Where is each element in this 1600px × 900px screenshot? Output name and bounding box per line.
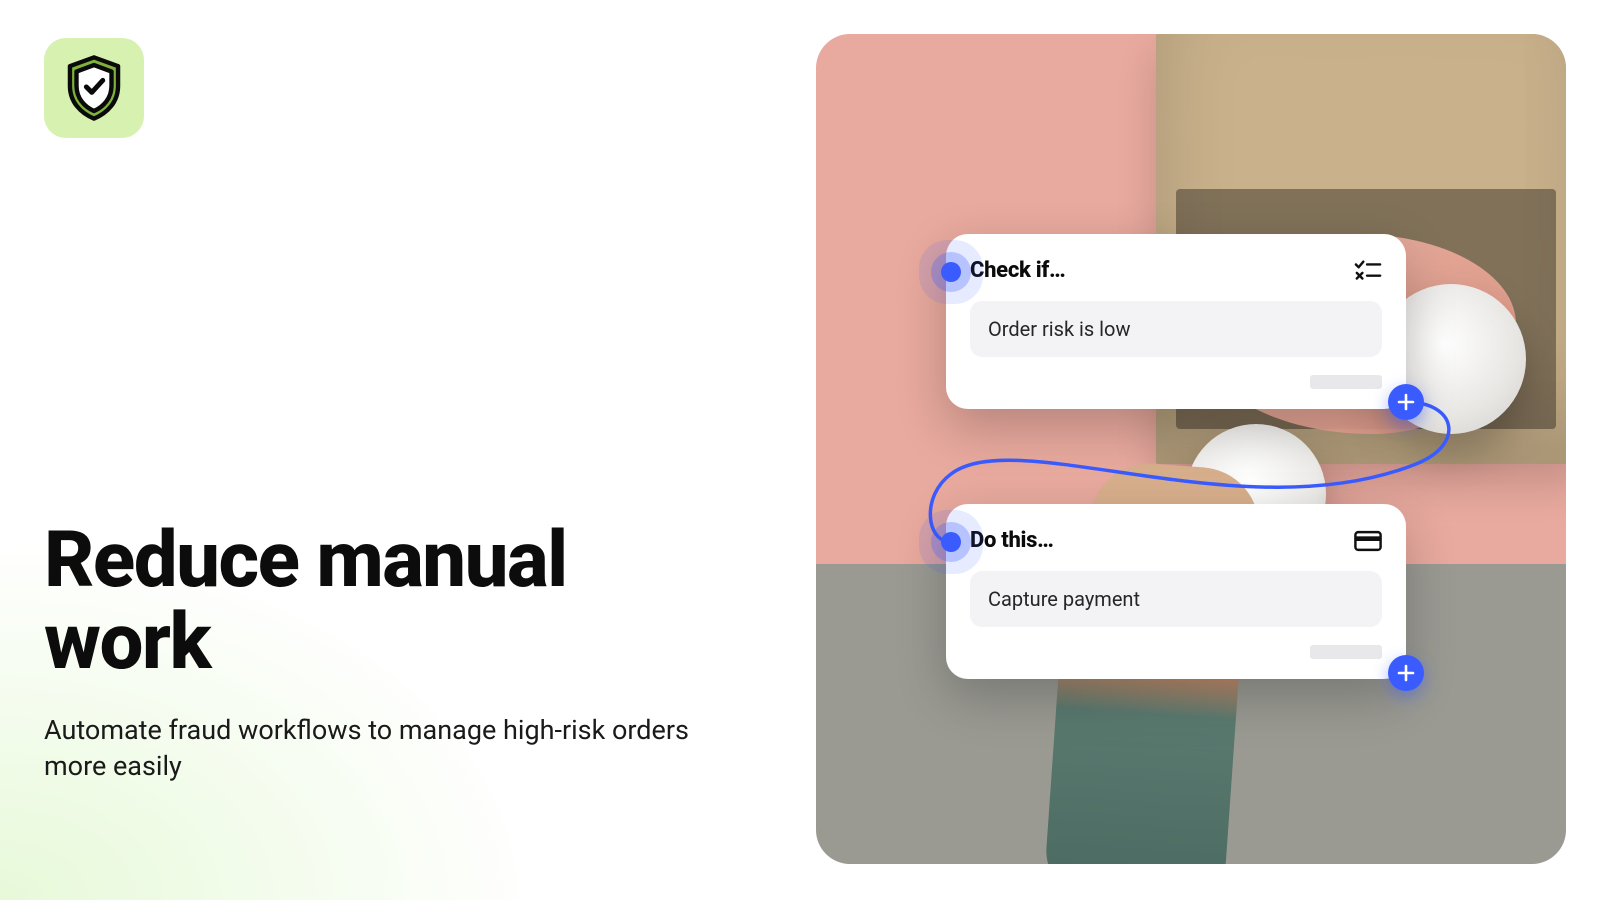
checklist-icon (1354, 259, 1382, 283)
placeholder-bar (1310, 645, 1382, 659)
plus-icon (1397, 664, 1415, 682)
check-card-title: Check if… (970, 258, 1065, 283)
hero-background (816, 34, 1566, 864)
action-card-title: Do this… (970, 528, 1054, 553)
workflow-node-start (941, 262, 961, 282)
page-title: Reduce manual work (44, 520, 704, 684)
check-condition: Order risk is low (970, 301, 1382, 357)
plus-icon (1397, 393, 1415, 411)
workflow-check-card: Check if… Order risk is low (946, 234, 1406, 409)
action-step: Capture payment (970, 571, 1382, 627)
app-icon (44, 38, 144, 138)
add-step-button[interactable] (1388, 384, 1424, 420)
page-subtitle: Automate fraud workflows to manage high-… (44, 712, 704, 785)
hero-image: Check if… Order risk is low Do this… (816, 34, 1566, 864)
shield-check-icon (59, 53, 129, 123)
credit-card-icon (1354, 529, 1382, 553)
workflow-node-action (941, 532, 961, 552)
workflow-action-card: Do this… Capture payment (946, 504, 1406, 679)
add-step-button[interactable] (1388, 655, 1424, 691)
placeholder-bar (1310, 375, 1382, 389)
